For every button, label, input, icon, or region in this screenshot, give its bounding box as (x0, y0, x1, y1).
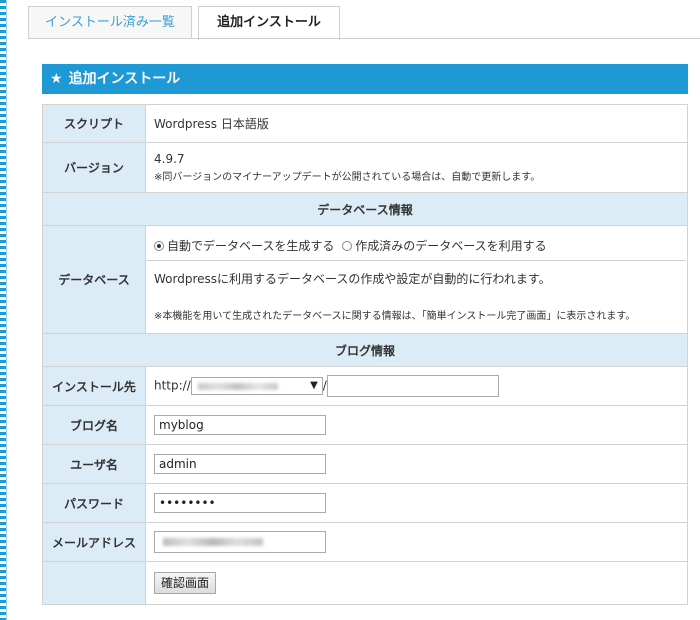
submit-label-empty (42, 561, 146, 605)
email-row: メールアドレス (42, 522, 688, 562)
install-path-input[interactable] (326, 375, 499, 397)
db-option-auto[interactable]: 自動でデータベースを生成する (154, 239, 334, 253)
section-title: 追加インストール (68, 71, 181, 87)
db-section-row: データベース情報 (42, 192, 688, 226)
page-left-border (0, 0, 7, 620)
radio-unselected-icon (342, 241, 353, 251)
db-label: データベース (42, 225, 146, 334)
blogname-label: ブログ名 (42, 405, 146, 445)
db-desc: Wordpressに利用するデータベースの作成や設定が自動的に行われます。 (154, 272, 551, 286)
domain-select[interactable]: ▼ (190, 377, 323, 395)
tab-installed-list[interactable]: インストール済み一覧 (28, 6, 192, 38)
tab-add-install[interactable]: 追加インストール (198, 6, 340, 40)
tab-bar: インストール済み一覧 追加インストール (28, 6, 700, 40)
tab-divider (28, 38, 700, 39)
blog-section-row: ブログ情報 (42, 333, 688, 367)
install-dest-label: インストール先 (42, 366, 146, 406)
password-label: パスワード (42, 483, 146, 523)
install-form-table: スクリプト Wordpress 日本語版 バージョン 4.9.7 ※同バージョン… (42, 104, 688, 605)
script-value: Wordpress 日本語版 (145, 104, 688, 143)
install-dest-cell: http://▼ / (145, 366, 688, 406)
star-icon: ★ (50, 71, 63, 87)
db-row: データベース 自動でデータベースを生成する 作成済みのデータベースを利用する W… (42, 225, 688, 334)
submit-row: 確認画面 (42, 561, 688, 605)
section-header: ★ 追加インストール (42, 64, 688, 94)
script-row: スクリプト Wordpress 日本語版 (42, 104, 688, 143)
db-options: 自動でデータベースを生成する 作成済みのデータベースを利用する (146, 231, 686, 261)
install-dest-row: インストール先 http://▼ / (42, 366, 688, 406)
password-input[interactable] (154, 493, 326, 513)
username-input[interactable] (154, 454, 326, 474)
script-label: スクリプト (42, 104, 146, 143)
db-section-heading: データベース情報 (42, 192, 688, 226)
radio-selected-icon (154, 241, 164, 251)
username-label: ユーザ名 (42, 444, 146, 484)
email-value-blurred (163, 538, 263, 546)
blogname-row: ブログ名 (42, 405, 688, 445)
db-option-existing[interactable]: 作成済みのデータベースを利用する (342, 239, 547, 253)
blog-section-heading: ブログ情報 (42, 333, 688, 367)
version-value: 4.9.7 (154, 152, 185, 166)
password-cell (145, 483, 688, 523)
blogname-input[interactable] (154, 415, 326, 435)
version-label: バージョン (42, 142, 146, 193)
domain-value-blurred (197, 383, 278, 390)
db-note: ※本機能を用いて生成されたデータベースに関する情報は、「簡単インストール完了画面… (154, 311, 636, 322)
version-note: ※同バージョンのマイナーアップデートが公開されている場合は、自動で更新します。 (154, 172, 541, 183)
submit-cell: 確認画面 (145, 561, 688, 605)
chevron-down-icon: ▼ (310, 380, 318, 391)
email-cell (145, 522, 688, 562)
username-cell (145, 444, 688, 484)
db-cell: 自動でデータベースを生成する 作成済みのデータベースを利用する Wordpres… (145, 225, 688, 334)
email-input[interactable] (154, 531, 326, 553)
install-prefix: http:// (154, 378, 191, 393)
db-option-existing-label: 作成済みのデータベースを利用する (355, 239, 547, 253)
username-row: ユーザ名 (42, 444, 688, 484)
blogname-cell (145, 405, 688, 445)
version-cell: 4.9.7 ※同バージョンのマイナーアップデートが公開されている場合は、自動で更… (145, 142, 688, 193)
db-option-auto-label: 自動でデータベースを生成する (167, 239, 335, 253)
version-row: バージョン 4.9.7 ※同バージョンのマイナーアップデートが公開されている場合… (42, 142, 688, 193)
password-row: パスワード (42, 483, 688, 523)
confirm-button[interactable]: 確認画面 (154, 572, 217, 594)
email-label: メールアドレス (42, 522, 146, 562)
